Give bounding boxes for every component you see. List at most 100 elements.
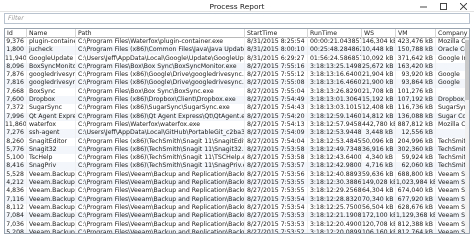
cell-vm: 1,129,368 kB — [396, 212, 436, 221]
cell-ws: 10,448 kB — [362, 46, 396, 55]
table-row[interactable]: 7,372 SugarSync C:\Program Files (x86)\Sug… — [5, 104, 469, 113]
cell-vm: 107,192 kB — [396, 96, 436, 105]
cell-ws: 120,708 kB — [362, 220, 396, 229]
scrollbar-thumb[interactable] — [465, 40, 469, 100]
cell-name: Veeam.Backup… — [29, 187, 76, 196]
close-icon — [460, 2, 467, 10]
cell-path: C:\Users\Jeff\AppData\Local\Google\Updat… — [78, 54, 245, 63]
cell-id: 7,876 — [5, 71, 27, 80]
table-row[interactable]: 7,996 Qt Agent Expre C:\Program Files (x86… — [5, 112, 469, 121]
cell-name: GoogleUpdate — [27, 54, 76, 63]
column-header-start-time[interactable]: StartTime — [245, 29, 308, 38]
cell-name: BoxSync — [27, 87, 76, 97]
cell-path: C:\Program Files\Veeam\Backup and Replic… — [76, 203, 245, 213]
cell-run-time: 3:18:12:53.4845720 — [310, 137, 362, 146]
cell-start-time: 8/27/2015 7:53:53 PM — [245, 212, 308, 221]
table-row[interactable]: 7,276 ssh-agent C:\Users\Jeff\AppData\Loca… — [5, 129, 469, 138]
cell-ws: 70,340 kB — [362, 195, 396, 204]
cell-path: C:\Program Files\Veeam\Backup and Replic… — [76, 220, 245, 229]
cell-id: 8,416 — [5, 162, 27, 171]
cell-start-time: 8/27/2015 7:53:58 PM — [245, 145, 308, 155]
vertical-scrollbar[interactable] — [465, 38, 469, 233]
table-row[interactable]: 4,836 Veeam.Backup… C:\Program Files\Veeam… — [5, 187, 469, 196]
cell-name: Snagit32 — [27, 145, 76, 155]
column-header-company[interactable]: Company — [436, 29, 469, 38]
table-row[interactable]: 9,376 plugin-container C:\Program Files\Wa… — [5, 38, 469, 47]
cell-ws: 21,900 kB — [362, 79, 396, 88]
cell-vm: 1,023,984 kB — [396, 179, 436, 188]
table-row[interactable]: 11,940 GoogleUpdate C:\Users\Jeff\AppData\… — [5, 54, 469, 63]
cell-path: C:\Program Files (x86)\Common Files\Java… — [76, 46, 245, 55]
cell-vm: 812,764 kB — [396, 228, 436, 233]
maximize-button[interactable] — [433, 0, 453, 12]
table-row[interactable]: 7,116 Veeam.Backup… C:\Program Files\Veeam… — [5, 195, 469, 204]
cell-start-time: 8/27/2015 7:53:58 PM — [245, 154, 308, 163]
cell-run-time: 3:18:12:21.1908780 — [310, 212, 362, 221]
cell-path: C:\Program Files\Veeam\Backup and Replic… — [76, 170, 245, 180]
grid-header: Id Name Path StartTime RunTime WS VM Company — [5, 29, 469, 38]
process-grid[interactable]: Id Name Path StartTime RunTime WS VM Company 9,… — [4, 28, 470, 234]
table-row[interactable]: 7,816 googledrivesync C:\Program Files (x8… — [5, 79, 469, 88]
cell-ws: 56,504 kB — [362, 203, 396, 213]
cell-id: 7,996 — [5, 112, 27, 121]
table-row[interactable]: 7,668 BoxSync C:\Program Files\Box\Box Syn… — [5, 87, 469, 97]
table-row[interactable]: 7,084 Veeam.Backup… C:\Program Files\Veeam… — [5, 212, 469, 221]
cell-vm: 12,556 kB — [396, 129, 436, 138]
column-header-path[interactable]: Path — [76, 29, 245, 38]
cell-start-time: 8/27/2015 7:53:52 PM — [245, 228, 308, 233]
table-row[interactable]: 8,260 SnagitEditor C:\Program Files (x86)\… — [5, 137, 469, 146]
table-row[interactable]: 5,528 Veeam.Backup… C:\Program Files\Veeam… — [5, 170, 469, 180]
column-header-name[interactable]: Name — [27, 29, 76, 38]
table-row[interactable]: 5,208 Veeam.Backup… C:\Program Files\Veeam… — [5, 228, 469, 233]
cell-id: 7,084 — [5, 212, 27, 221]
cell-run-time: 3:18:13:26.8290900 — [310, 87, 362, 97]
table-row[interactable]: 5,100 TscHelp C:\Program Files (x86)\TechS… — [5, 154, 469, 163]
table-row[interactable]: 1,800 jucheck C:\Program Files (x86)\Commo… — [5, 46, 469, 55]
table-row[interactable]: 7,600 Dropbox C:\Program Files (x86)\Dropb… — [5, 96, 469, 105]
cell-path: C:\Program Files\Waterfox\plugin-contain… — [76, 38, 245, 47]
table-row[interactable]: 5,776 Snagit32 C:\Program Files (x86)\Tech… — [5, 145, 469, 155]
cell-vm: 136,088 kB — [396, 112, 436, 121]
cell-ws: 14,812 kB — [362, 112, 396, 121]
column-header-run-time[interactable]: RunTime — [308, 29, 362, 38]
minimize-button[interactable] — [413, 0, 433, 12]
close-button[interactable] — [453, 0, 474, 12]
cell-ws: 149,028 kB — [362, 179, 396, 188]
cell-vm: 688,800 kB — [396, 170, 436, 180]
cell-id: 7,036 — [5, 220, 27, 229]
cell-run-time: 3:18:13:01.3064695 — [310, 96, 362, 105]
cell-ws: 10,092 kB — [362, 54, 396, 63]
cell-run-time: 00:25:48.2848620 — [310, 46, 362, 55]
cell-id: 5,528 — [5, 170, 27, 180]
cell-ws: 4,340 kB — [362, 154, 396, 163]
cell-path: C:\Program Files\Veeam\Backup and Replic… — [76, 179, 245, 188]
filter-input[interactable]: Filter — [4, 13, 470, 24]
cell-path: C:\Program Files (x86)\TechSmith\Snagit … — [78, 162, 245, 171]
cell-vm: 302,360 kB — [396, 145, 436, 155]
table-row[interactable]: 7,036 Veeam.Backup… C:\Program Files\Veeam… — [5, 220, 469, 229]
table-row[interactable]: 8,416 SnagPriv C:\Program Files (x86)\Tech… — [5, 162, 469, 171]
column-header-ws[interactable]: WS — [362, 29, 396, 38]
table-row[interactable]: 8,112 Veeam.Backup… C:\Program Files\Veeam… — [5, 203, 469, 213]
cell-start-time: 8/27/2015 7:54:20 PM — [245, 112, 308, 121]
cell-id: 5,776 — [5, 145, 27, 155]
cell-vm: 59,924 kB — [396, 154, 436, 163]
cell-start-time: 8/27/2015 7:53:55 PM — [245, 187, 308, 196]
cell-path: C:\Program Files (x86)\Dropbox\Client\Dr… — [76, 96, 245, 105]
table-row[interactable]: 8,096 BoxSyncMonitor C:\Program Files\Box\… — [5, 62, 469, 72]
cell-run-time: 3:18:12:29.2568975 — [310, 187, 362, 196]
cell-id: 5,100 — [5, 154, 27, 163]
cell-vm: 371,642 kB — [396, 54, 436, 63]
column-header-id[interactable]: Id — [5, 29, 27, 38]
cell-ws: 64,304 kB — [362, 187, 396, 196]
cell-id: 7,276 — [5, 129, 27, 138]
cell-id: 5,208 — [5, 228, 27, 233]
table-row[interactable]: 7,876 googledrivesync C:\Program Files (x8… — [5, 71, 469, 80]
cell-name: googledrivesync — [29, 79, 76, 88]
column-header-vm[interactable]: VM — [396, 29, 436, 38]
table-row[interactable]: 11,860 waterfox C:\Program Files\Waterfox\… — [5, 120, 469, 130]
cell-path: C:\Program Files\Veeam\Backup and Replic… — [76, 195, 245, 204]
table-row[interactable]: 4,212 Veeam.Backup… C:\Program Files\Veeam… — [5, 179, 469, 188]
cell-run-time: 3:18:12:30.3886995 — [310, 179, 362, 188]
cell-run-time: 3:18:13:03.1015410 — [310, 104, 362, 113]
